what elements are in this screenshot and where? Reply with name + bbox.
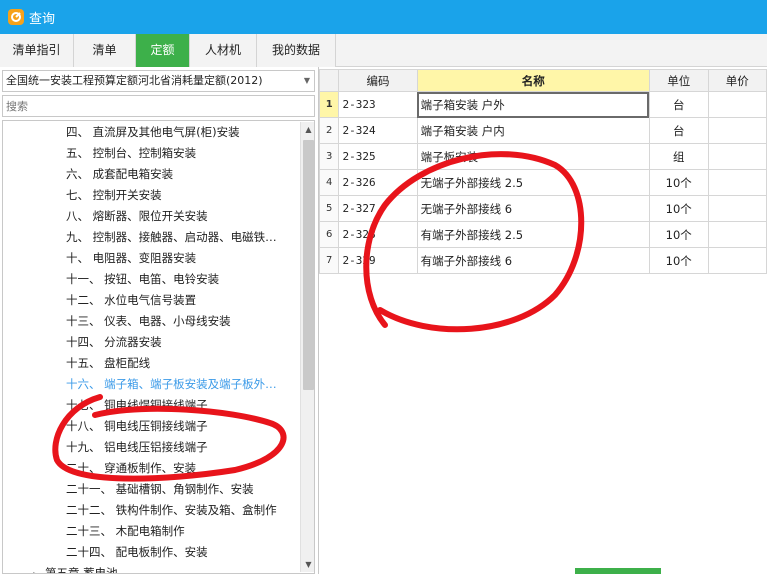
row-unit[interactable]: 10个	[648, 221, 709, 248]
row-unit[interactable]: 10个	[648, 247, 709, 274]
tree-item[interactable]: 十、 电阻器、变阻器安装	[66, 248, 296, 269]
quota-table: 编码 名称 单位 单价 1 2-323 端子箱安装 户外 台 2 2-324 端…	[319, 69, 767, 274]
row-index: 2	[319, 117, 340, 144]
scroll-up-icon[interactable]: ▲	[301, 122, 314, 137]
tree-item[interactable]: 十一、 按钮、电笛、电铃安装	[66, 269, 296, 290]
row-name[interactable]: 端子箱安装 户内	[416, 117, 650, 144]
tree-chapter-label: 第五章 蓄电池	[45, 566, 118, 574]
quota-tree: 四、 直流屏及其他电气屏(柜)安装 五、 控制台、控制箱安装 六、 成套配电箱安…	[2, 120, 315, 574]
quota-library-select[interactable]: 全国统一安装工程预算定额河北省消耗量定额(2012) ▼	[2, 70, 315, 92]
row-price[interactable]	[707, 143, 767, 170]
tab-bar: 清单指引 清单 定额 人材机 我的数据	[0, 34, 767, 67]
row-name[interactable]: 有端子外部接线 6	[416, 247, 650, 274]
row-name[interactable]: 有端子外部接线 2.5	[416, 221, 650, 248]
tree-item[interactable]: 十九、 铝电线压铝接线端子	[66, 437, 296, 458]
tree-item[interactable]: 十三、 仪表、电器、小母线安装	[66, 311, 296, 332]
row-price[interactable]	[707, 117, 767, 144]
tree-item[interactable]: 十八、 铜电线压铜接线端子	[66, 416, 296, 437]
row-price[interactable]	[707, 91, 767, 118]
row-name[interactable]: 端子箱安装 户外	[416, 91, 650, 118]
row-code[interactable]: 2-326	[338, 169, 418, 196]
tree-item[interactable]: 四、 直流屏及其他电气屏(柜)安装	[66, 122, 296, 143]
row-unit[interactable]: 10个	[648, 195, 709, 222]
tree-item[interactable]: 十二、 水位电气信号装置	[66, 290, 296, 311]
row-index: 1	[319, 91, 340, 118]
row-name[interactable]: 无端子外部接线 6	[416, 195, 650, 222]
row-price[interactable]	[707, 195, 767, 222]
row-index: 5	[319, 195, 340, 222]
search-input[interactable]	[3, 96, 314, 116]
table-row[interactable]: 3 2-325 端子板安装 组	[319, 143, 767, 170]
chevron-down-icon[interactable]: ▼	[304, 71, 310, 91]
tab-bill-guide[interactable]: 清单指引	[0, 34, 74, 67]
tab-bill[interactable]: 清单	[74, 34, 136, 67]
bottom-action-tab[interactable]	[575, 568, 661, 574]
row-unit[interactable]: 组	[648, 143, 709, 170]
table-row[interactable]: 7 2-329 有端子外部接线 6 10个	[319, 247, 767, 274]
tree-item[interactable]: 二十三、 木配电箱制作	[66, 521, 296, 542]
tree-scrollbar[interactable]: ▲ ▼	[300, 122, 314, 572]
row-code[interactable]: 2-328	[338, 221, 418, 248]
tree-item[interactable]: 八、 熔断器、限位开关安装	[66, 206, 296, 227]
scroll-thumb[interactable]	[303, 140, 314, 390]
tree-item[interactable]: 二十二、 铁构件制作、安装及箱、盒制作	[66, 500, 296, 521]
tab-my-data[interactable]: 我的数据	[257, 34, 336, 67]
tree-item[interactable]: 九、 控制器、接触器、启动器、电磁铁…	[66, 227, 296, 248]
table-row[interactable]: 2 2-324 端子箱安装 户内 台	[319, 117, 767, 144]
tree-item[interactable]: 十四、 分流器安装	[66, 332, 296, 353]
row-index: 7	[319, 247, 340, 274]
quota-grid-panel: 编码 名称 单位 单价 1 2-323 端子箱安装 户外 台 2 2-324 端…	[318, 67, 767, 574]
col-header-price[interactable]: 单价	[707, 69, 767, 92]
app-logo-icon	[8, 9, 24, 25]
tab-quota[interactable]: 定额	[136, 34, 190, 67]
tree-item[interactable]: 二十、 穿通板制作、安装	[66, 458, 296, 479]
row-code[interactable]: 2-329	[338, 247, 418, 274]
col-header-unit[interactable]: 单位	[648, 69, 709, 92]
expand-arrow-icon[interactable]: ▷	[33, 564, 45, 573]
row-index: 4	[319, 169, 340, 196]
tab-labor-material-machine[interactable]: 人材机	[190, 34, 257, 67]
tree-item-selected[interactable]: 十六、 端子箱、端子板安装及端子板外…	[66, 374, 296, 395]
table-row[interactable]: 1 2-323 端子箱安装 户外 台	[319, 91, 767, 118]
col-header-code[interactable]: 编码	[338, 69, 418, 92]
table-header-row: 编码 名称 单位 单价	[319, 69, 767, 92]
row-unit[interactable]: 台	[648, 91, 709, 118]
row-code[interactable]: 2-325	[338, 143, 418, 170]
row-unit[interactable]: 10个	[648, 169, 709, 196]
left-panel: 全国统一安装工程预算定额河北省消耗量定额(2012) ▼ 四、 直流屏及其他电气…	[0, 67, 318, 574]
row-price[interactable]	[707, 169, 767, 196]
search-field[interactable]	[2, 95, 315, 117]
quota-library-value: 全国统一安装工程预算定额河北省消耗量定额(2012)	[6, 74, 263, 87]
row-name[interactable]: 端子板安装	[416, 143, 650, 170]
row-price[interactable]	[707, 247, 767, 274]
col-header-name[interactable]: 名称	[416, 69, 650, 92]
window-title: 查询	[29, 11, 56, 27]
table-row[interactable]: 4 2-326 无端子外部接线 2.5 10个	[319, 169, 767, 196]
table-row[interactable]: 6 2-328 有端子外部接线 2.5 10个	[319, 221, 767, 248]
row-index: 3	[319, 143, 340, 170]
col-header-index	[319, 69, 340, 92]
title-bar: 查询	[0, 0, 767, 34]
row-code[interactable]: 2-323	[338, 91, 418, 118]
tree-chapter-item[interactable]: ▷第五章 蓄电池	[33, 563, 263, 574]
row-unit[interactable]: 台	[648, 117, 709, 144]
scroll-down-icon[interactable]: ▼	[301, 557, 314, 572]
row-code[interactable]: 2-324	[338, 117, 418, 144]
row-code[interactable]: 2-327	[338, 195, 418, 222]
tree-item[interactable]: 二十一、 基础槽钢、角钢制作、安装	[66, 479, 296, 500]
row-price[interactable]	[707, 221, 767, 248]
table-row[interactable]: 5 2-327 无端子外部接线 6 10个	[319, 195, 767, 222]
tree-item[interactable]: 十七、 铜电线焊铜接线端子	[66, 395, 296, 416]
row-name[interactable]: 无端子外部接线 2.5	[416, 169, 650, 196]
tree-item[interactable]: 六、 成套配电箱安装	[66, 164, 296, 185]
tree-item[interactable]: 五、 控制台、控制箱安装	[66, 143, 296, 164]
tree-item[interactable]: 十五、 盘柜配线	[66, 353, 296, 374]
tree-item[interactable]: 七、 控制开关安装	[66, 185, 296, 206]
tree-item[interactable]: 二十四、 配电板制作、安装	[66, 542, 296, 563]
row-index: 6	[319, 221, 340, 248]
